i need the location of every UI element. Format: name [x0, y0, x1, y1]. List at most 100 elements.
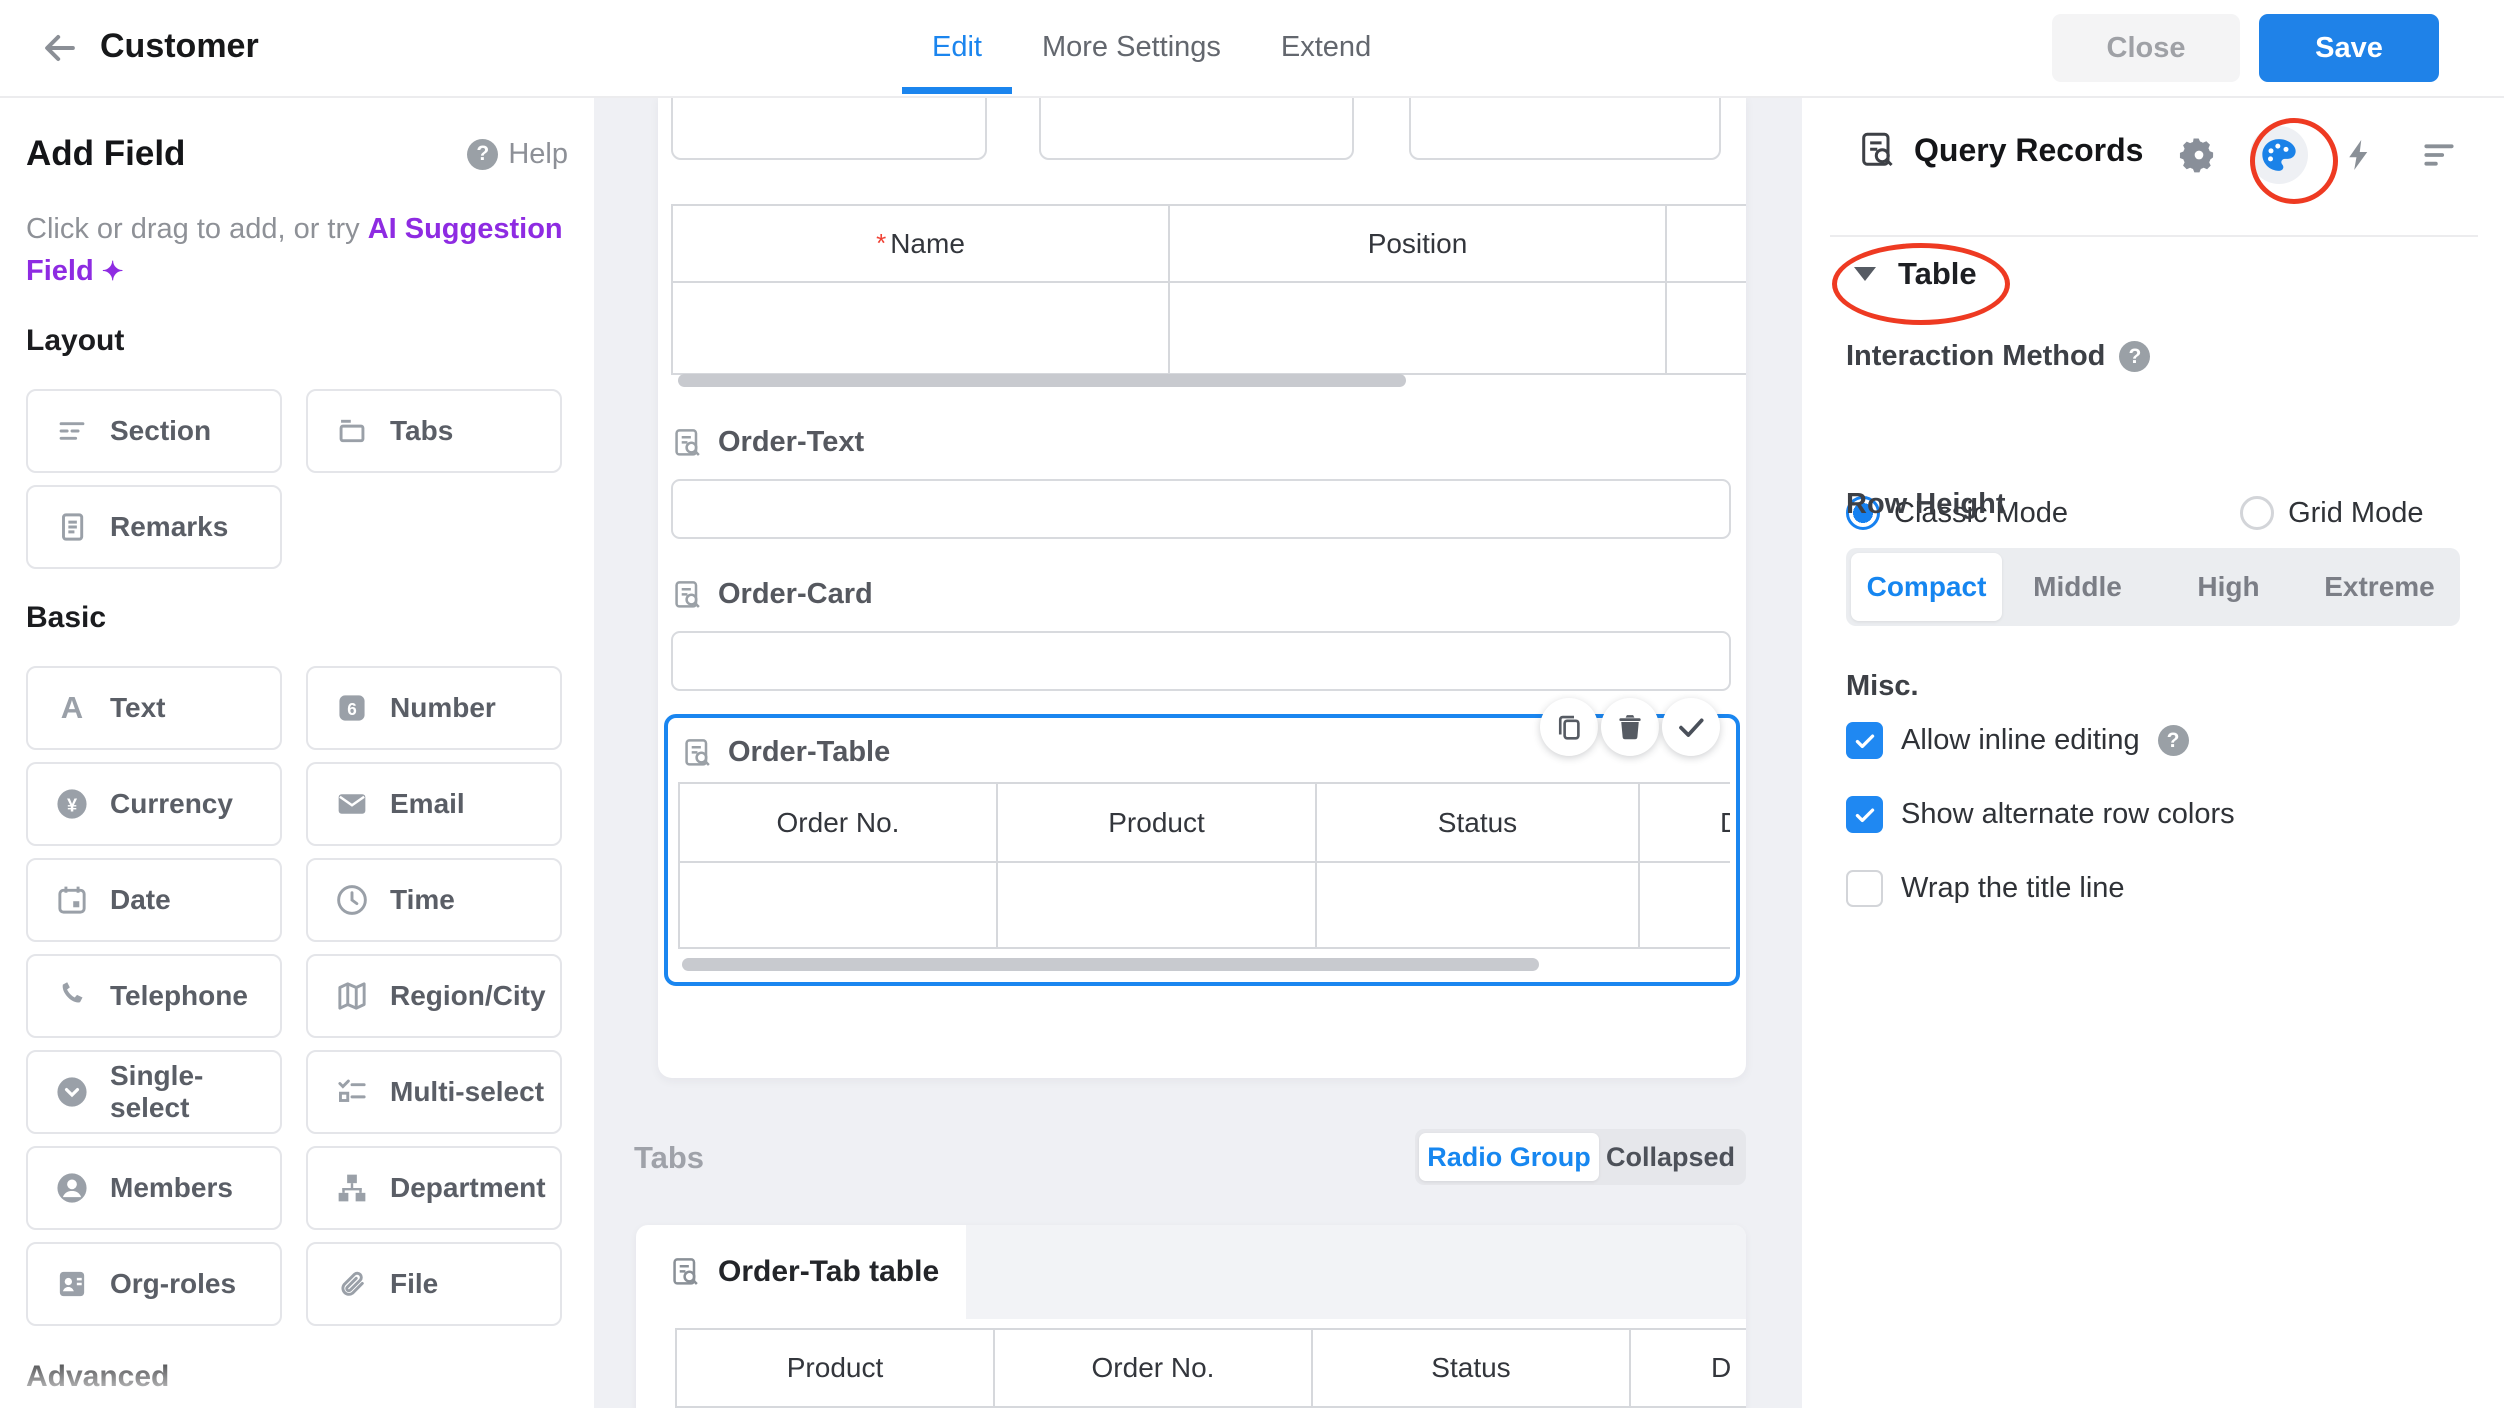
query-doc-icon [682, 737, 714, 769]
order-card-input[interactable] [671, 631, 1731, 691]
sparkle-icon: ✦ [102, 256, 124, 286]
field-button-department[interactable]: Department [306, 1146, 562, 1230]
field-button-members[interactable]: Members [26, 1146, 282, 1230]
segment-collapsed[interactable]: Collapsed [1599, 1133, 1742, 1181]
top-bar: Customer Edit More Settings Extend Close… [0, 0, 2504, 98]
tab-extend[interactable]: Extend [1251, 0, 1401, 94]
order-table-field-selected[interactable]: Order-Table Order No. Product Status D [664, 714, 1740, 986]
order-text-field-label[interactable]: Order-Text [672, 426, 864, 459]
order-table-cell [1317, 863, 1640, 947]
delete-button[interactable] [1601, 698, 1659, 756]
misc-heading: Misc. [1846, 670, 1919, 703]
tab-more-settings[interactable]: More Settings [1012, 0, 1251, 94]
org-chart-icon [334, 1170, 370, 1206]
order-tab-card: Order-Tab table Product Order No. Status… [636, 1225, 1746, 1408]
basic-field-grid: A Text 6 Number ¥ Currency Email Date T [26, 666, 568, 1326]
tab-order-tab-table[interactable]: Order-Tab table [636, 1225, 966, 1319]
field-button-time[interactable]: Time [306, 858, 562, 942]
panel-divider [1830, 235, 2478, 237]
single-select-icon [54, 1074, 90, 1110]
order-table[interactable]: Order No. Product Status D [678, 782, 1730, 949]
checkbox-allow-inline-editing[interactable] [1846, 722, 1883, 759]
arrow-left-icon [38, 26, 82, 70]
field-button-remarks[interactable]: Remarks [26, 485, 282, 569]
segment-radio-group[interactable]: Radio Group [1419, 1133, 1599, 1181]
field-settings-button[interactable] [2170, 126, 2228, 184]
contact-hscrollbar[interactable] [678, 374, 1406, 387]
basic-heading: Basic [26, 601, 106, 635]
order-table-col: Order No. [680, 784, 998, 863]
badge-icon [54, 1266, 90, 1302]
order-text-input[interactable] [671, 479, 1731, 539]
allow-inline-editing-label[interactable]: Allow inline editing [1901, 724, 2140, 757]
clipped-input-2[interactable] [1039, 96, 1354, 160]
field-button-text[interactable]: A Text [26, 666, 282, 750]
contact-table[interactable]: *Name Position [671, 204, 1746, 375]
tab-edit[interactable]: Edit [902, 0, 1012, 94]
field-button-org-roles[interactable]: Org-roles [26, 1242, 282, 1326]
interaction-method-heading: Interaction Method ? [1846, 340, 2150, 373]
section-icon [54, 413, 90, 449]
style-settings-button-active[interactable] [2250, 126, 2308, 184]
order-tab-col: D [1631, 1330, 1746, 1408]
date-icon [54, 882, 90, 918]
row-height-middle[interactable]: Middle [2002, 553, 2153, 621]
copy-button[interactable] [1540, 698, 1598, 756]
help-link[interactable]: ? Help [467, 138, 568, 171]
checkbox-alternate-row-colors[interactable] [1846, 796, 1883, 833]
field-button-section[interactable]: Section [26, 389, 282, 473]
help-icon[interactable]: ? [2119, 341, 2150, 372]
field-button-tabs[interactable]: Tabs [306, 389, 562, 473]
field-button-email[interactable]: Email [306, 762, 562, 846]
row-height-compact[interactable]: Compact [1851, 553, 2002, 621]
field-button-multi-select[interactable]: Multi-select [306, 1050, 562, 1134]
help-icon[interactable]: ? [2158, 725, 2189, 756]
sort-lines-icon [2420, 136, 2458, 174]
radio-grid-label[interactable]: Grid Mode [2288, 497, 2423, 530]
table-section-toggle[interactable]: Table [1854, 256, 1977, 292]
layout-field-grid: Section Tabs Remarks [26, 389, 568, 569]
chevron-down-icon [1854, 267, 1876, 281]
back-button[interactable] [38, 26, 82, 70]
order-table-hscrollbar[interactable] [682, 958, 1539, 971]
field-button-currency[interactable]: ¥ Currency [26, 762, 282, 846]
field-button-region-city[interactable]: Region/City [306, 954, 562, 1038]
clipped-input-3[interactable] [1409, 96, 1721, 160]
order-table-cell [1640, 863, 1730, 947]
field-button-telephone[interactable]: Telephone [26, 954, 282, 1038]
field-button-single-select[interactable]: Single-select [26, 1050, 282, 1134]
order-table-col: Status [1317, 784, 1640, 863]
save-button[interactable]: Save [2259, 14, 2439, 82]
order-card-field-label[interactable]: Order-Card [672, 578, 873, 611]
table-section-title: Table [1898, 256, 1977, 292]
row-height-high[interactable]: High [2153, 553, 2304, 621]
events-button[interactable] [2330, 126, 2388, 184]
order-tab-table[interactable]: Product Order No. Status D [675, 1328, 1746, 1408]
row-height-heading: Row Height [1846, 488, 2006, 521]
checkbox-wrap-title-line[interactable] [1846, 870, 1883, 907]
radio-grid-mode[interactable] [2240, 496, 2274, 530]
remarks-icon [54, 509, 90, 545]
settings-panel: Query Records Table Interaction Method [1802, 96, 2504, 1408]
row-height-extreme[interactable]: Extreme [2304, 553, 2455, 621]
wrap-title-line-label[interactable]: Wrap the title line [1901, 872, 2125, 905]
advanced-heading: Advanced [26, 1360, 169, 1394]
alternate-row-colors-label[interactable]: Show alternate row colors [1901, 798, 2235, 831]
order-table-cell [998, 863, 1317, 947]
app-window: Customer Edit More Settings Extend Close… [0, 0, 2504, 1408]
order-tab-col: Order No. [995, 1330, 1313, 1408]
field-button-number[interactable]: 6 Number [306, 666, 562, 750]
clipped-input-1[interactable] [671, 96, 987, 160]
palette-icon [2259, 135, 2299, 175]
close-button[interactable]: Close [2052, 14, 2240, 82]
order-table-field-label[interactable]: Order-Table [682, 736, 890, 769]
order-table-col: Product [998, 784, 1317, 863]
field-button-file[interactable]: File [306, 1242, 562, 1326]
order-tab-col: Status [1313, 1330, 1631, 1408]
sort-fields-button[interactable] [2410, 126, 2468, 184]
query-doc-icon [672, 427, 704, 459]
contact-col-name: *Name [673, 206, 1170, 283]
field-button-date[interactable]: Date [26, 858, 282, 942]
panel-title: Add Field [26, 134, 185, 174]
confirm-button[interactable] [1662, 698, 1720, 756]
